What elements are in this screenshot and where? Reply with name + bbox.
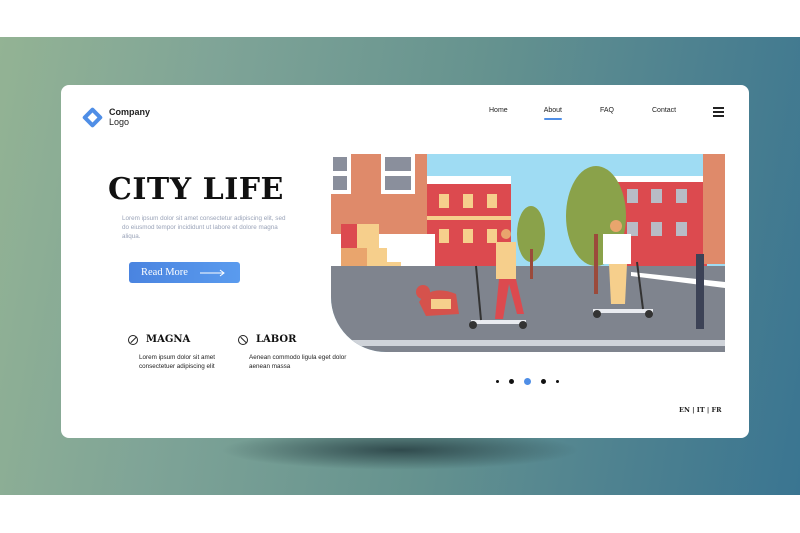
compass-icon [128, 334, 138, 345]
logo-line1: Company [109, 107, 151, 117]
read-more-button[interactable]: Read More [129, 262, 240, 283]
landing-card: Company Logo Home About FAQ Contact CITY… [61, 85, 749, 438]
feature-title: MAGNA [146, 334, 191, 345]
nav-about[interactable]: About [543, 107, 563, 120]
feature-labor: LABOR Aenean commodo ligula eget dolor a… [238, 334, 349, 371]
hamburger-menu-icon[interactable] [713, 107, 724, 119]
arrow-right-icon [199, 269, 225, 276]
feature-body: Aenean commodo ligula eget dolor aenean … [249, 354, 347, 370]
company-logo[interactable]: Company Logo [81, 106, 151, 128]
diamond-logo-icon [81, 106, 104, 128]
carousel-dot[interactable] [541, 379, 546, 384]
nav-faq[interactable]: FAQ [600, 107, 614, 114]
carousel-dot[interactable] [524, 378, 531, 385]
feature-body: Lorem ipsum dolor sit amet consectetuer … [139, 354, 215, 370]
carousel-dot[interactable] [496, 380, 499, 383]
nav-home[interactable]: Home [489, 107, 508, 114]
hero-title: CITY LIFE [108, 172, 284, 207]
carousel-dots [496, 378, 559, 385]
carousel-dot[interactable] [556, 380, 559, 383]
hero-lead: Lorem ipsum dolor sit amet consectetur a… [122, 215, 286, 240]
read-more-label: Read More [141, 267, 188, 278]
logo-line2: Logo [109, 117, 130, 127]
feature-title: LABOR [256, 334, 297, 345]
nav-contact[interactable]: Contact [652, 107, 676, 114]
main-nav: Home About FAQ Contact [489, 107, 676, 120]
city-street-illustration [331, 154, 725, 352]
carousel-dot[interactable] [509, 379, 514, 384]
feature-magna: MAGNA Lorem ipsum dolor sit amet consect… [128, 334, 239, 371]
no-entry-icon [238, 334, 248, 345]
language-switcher[interactable]: EN | IT | FR [679, 406, 722, 414]
